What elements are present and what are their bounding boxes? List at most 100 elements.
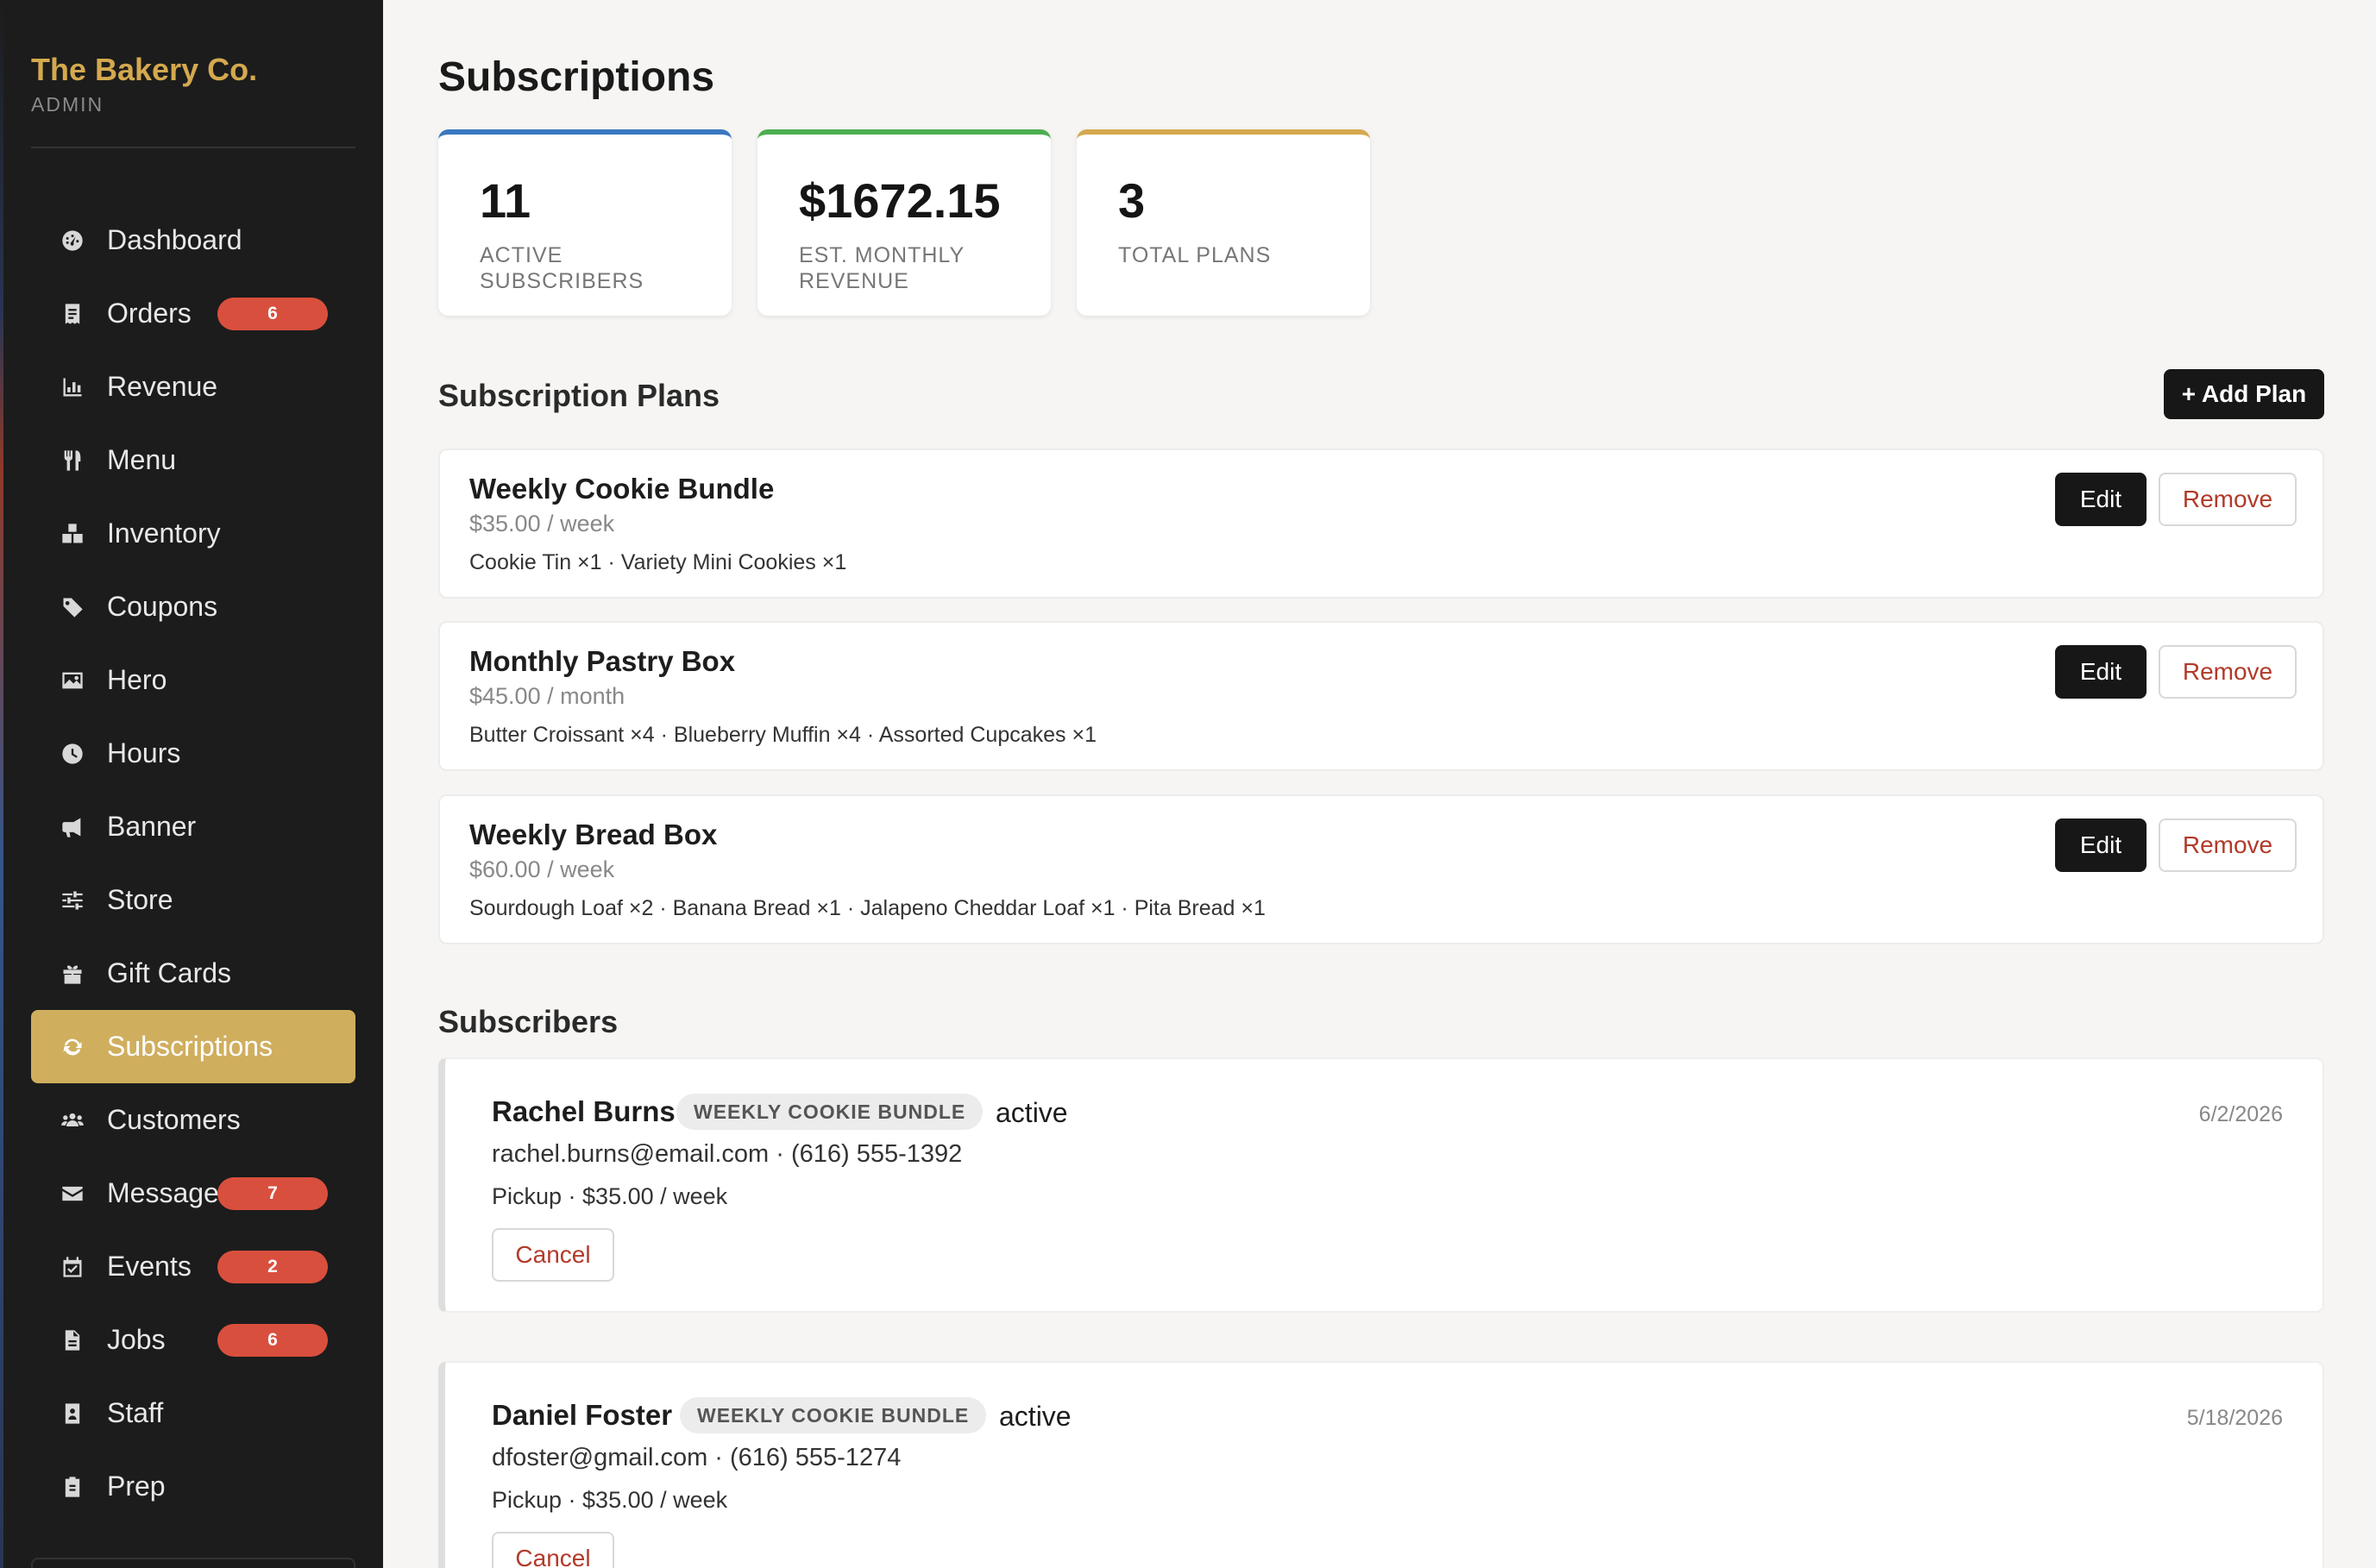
edit-plan-button[interactable]: Edit [2055,645,2147,699]
file-icon [59,1327,86,1354]
stat-value: 3 [1118,173,1146,228]
stat-card-monthly-revenue: $1672.15 EST. MONTHLY REVENUE [757,129,1051,316]
sidebar-item-label: Staff [107,1397,164,1428]
sidebar-item-store[interactable]: Store [31,863,355,937]
sidebar-item-label: Prep [107,1471,166,1502]
subscriber-card: Daniel Foster WEEKLY COOKIE BUNDLE activ… [438,1361,2324,1568]
brand-subtitle: ADMIN [31,93,104,116]
sidebar-item-label: Subscriptions [107,1031,273,1062]
subscriber-plan-detail: Pickup · $35.00 / week [492,1183,728,1209]
edit-plan-button[interactable]: Edit [2055,473,2147,526]
sidebar-item-label: Events [107,1251,192,1282]
subscriber-name: Daniel Foster [492,1399,673,1431]
sidebar-item-label: Hours [107,737,181,768]
refresh-icon [59,1033,86,1061]
sidebar-item-label: Hero [107,664,167,695]
dashboard-icon [59,227,86,254]
sidebar-item-orders[interactable]: Orders 6 [31,277,355,350]
sidebar-item-label: Messages [107,1177,233,1208]
plan-price: $35.00 / week [469,511,615,536]
sidebar-item-jobs[interactable]: Jobs 6 [31,1303,355,1377]
sidebar-item-menu[interactable]: Menu [31,423,355,497]
sidebar-item-label: Store [107,884,173,915]
chart-bar-icon [59,373,86,401]
plan-card: Monthly Pastry Box $45.00 / month Butter… [438,621,2324,771]
stat-label: TOTAL PLANS [1118,243,1272,267]
subscriber-status: active [999,1401,1072,1432]
stat-label: ACTIVE SUBSCRIBERS [480,243,644,293]
stat-card-total-plans: 3 TOTAL PLANS [1077,129,1370,316]
sidebar-item-coupons[interactable]: Coupons [31,570,355,643]
subscriber-date: 5/18/2026 [2186,1406,2283,1430]
subscriber-plan-tag: WEEKLY COOKIE BUNDLE [676,1094,984,1130]
cancel-subscription-button[interactable]: Cancel [492,1532,614,1568]
plan-card: Weekly Cookie Bundle $35.00 / week Cooki… [438,448,2324,599]
plan-items: Sourdough Loaf ×2 · Banana Bread ×1 · Ja… [469,896,1266,920]
remove-plan-button[interactable]: Remove [2159,473,2297,526]
users-icon [59,1107,86,1134]
sidebar-item-events[interactable]: Events 2 [31,1230,355,1303]
cancel-subscription-button[interactable]: Cancel [492,1228,614,1282]
sidebar-item-customers[interactable]: Customers [31,1083,355,1157]
sidebar-item-label: Orders [107,298,192,329]
sidebar-item-label: Coupons [107,591,218,622]
sidebar-item-label: Inventory [107,517,221,549]
sidebar-item-label: Gift Cards [107,957,232,988]
sidebar-item-banner[interactable]: Banner [31,790,355,863]
clock-icon [59,740,86,768]
events-count-badge: 2 [217,1251,328,1283]
add-plan-button[interactable]: + Add Plan [2164,369,2324,419]
plan-card: Weekly Bread Box $60.00 / week Sourdough… [438,794,2324,944]
utensils-icon [59,447,86,474]
brand-name: The Bakery Co. [31,52,258,87]
sidebar-item-label: Banner [107,811,197,842]
sidebar-nav: Dashboard Orders 6 Revenue Menu Inventor… [31,204,355,1523]
sidebar-item-label: Revenue [107,371,218,402]
boxes-icon [59,520,86,548]
plan-price: $60.00 / week [469,856,615,882]
plan-items: Cookie Tin ×1 · Variety Mini Cookies ×1 [469,550,847,574]
sidebar-item-revenue[interactable]: Revenue [31,350,355,423]
brand: The Bakery Co. ADMIN [31,52,257,116]
sidebar-item-dashboard[interactable]: Dashboard [31,204,355,277]
stat-value: 11 [480,173,531,228]
sidebar-item-gift-cards[interactable]: Gift Cards [31,937,355,1010]
sidebar-item-inventory[interactable]: Inventory [31,497,355,570]
subscriber-plan-tag: WEEKLY COOKIE BUNDLE [680,1397,987,1433]
sidebar-item-hero[interactable]: Hero [31,643,355,717]
stat-label: EST. MONTHLY REVENUE [799,243,965,293]
plan-name: Weekly Bread Box [469,818,718,850]
image-icon [59,667,86,694]
sidebar-item-label: Menu [107,444,177,475]
sidebar-item-staff[interactable]: Staff [31,1377,355,1450]
sidebar-divider [31,147,355,148]
remove-plan-button[interactable]: Remove [2159,645,2297,699]
subscriber-status: active [996,1097,1068,1128]
page-title: Subscriptions [438,54,715,100]
subscriber-date: 6/2/2026 [2198,1102,2283,1126]
subscriber-plan-detail: Pickup · $35.00 / week [492,1487,728,1513]
sidebar-item-hours[interactable]: Hours [31,717,355,790]
tag-icon [59,593,86,621]
clipboard-icon [59,1473,86,1501]
remove-plan-button[interactable]: Remove [2159,818,2297,872]
envelope-icon [59,1180,86,1207]
sliders-icon [59,887,86,914]
stat-card-active-subscribers: 11 ACTIVE SUBSCRIBERS [438,129,732,316]
sidebar-edge-decoration [0,0,3,1568]
id-badge-icon [59,1400,86,1427]
sidebar-item-label: Jobs [107,1324,166,1355]
sidebar-item-prep[interactable]: Prep [31,1450,355,1523]
stat-value: $1672.15 [799,173,1001,228]
orders-count-badge: 6 [217,298,328,330]
plan-price: $45.00 / month [469,683,625,709]
plan-name: Weekly Cookie Bundle [469,473,775,505]
plan-name: Monthly Pastry Box [469,645,736,677]
receipt-icon [59,300,86,328]
megaphone-icon [59,813,86,841]
subscriber-card: Rachel Burns WEEKLY COOKIE BUNDLE active… [438,1057,2324,1313]
sidebar-item-subscriptions[interactable]: Subscriptions [31,1010,355,1083]
edit-plan-button[interactable]: Edit [2055,818,2147,872]
calendar-check-icon [59,1253,86,1281]
sidebar-item-messages[interactable]: Messages 7 [31,1157,355,1230]
